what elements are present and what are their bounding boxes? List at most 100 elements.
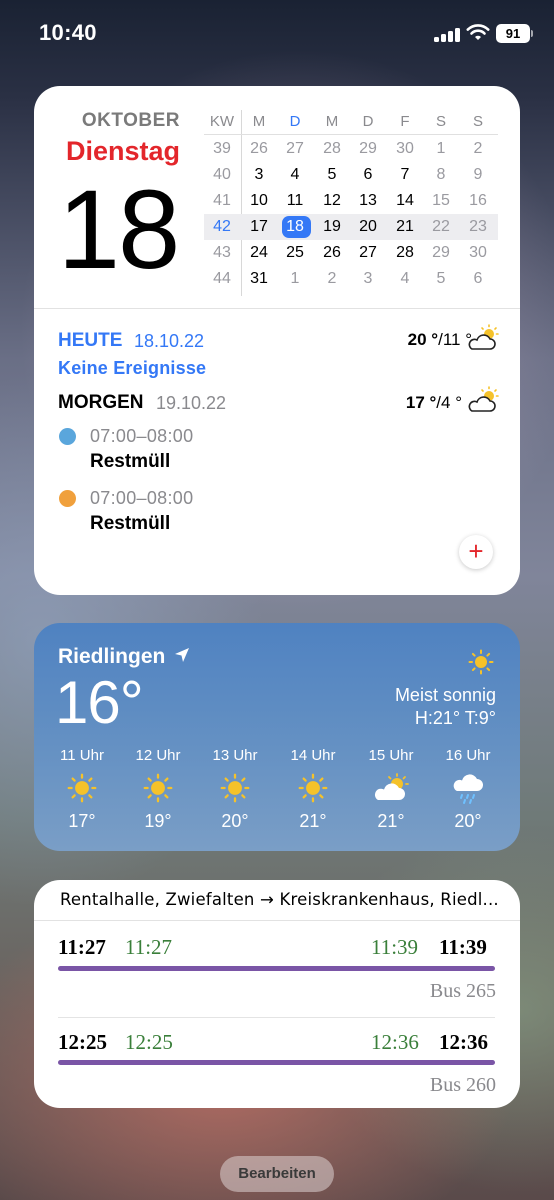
weekday-header: M	[325, 113, 339, 130]
day-cell: 23	[469, 218, 487, 235]
day-cell: 30	[396, 140, 414, 157]
kw-header: KW	[209, 113, 235, 130]
day-cell: 6	[473, 270, 483, 287]
weekday-header: S	[435, 113, 446, 130]
event-calendar-dot	[59, 428, 76, 445]
hour-label: 16 Uhr	[445, 747, 491, 764]
cellular-signal-icon	[434, 26, 460, 42]
day-cell: 16	[469, 192, 487, 209]
day-number: 18	[57, 167, 181, 292]
month-grid: KW M D M D F S S 39 26 27 28 29 30 1 2 4…	[204, 110, 498, 292]
today-day-number: 18	[286, 218, 304, 235]
sun-icon	[281, 773, 345, 807]
today-weather: 20 °/11 °	[408, 330, 472, 350]
day-cell: 2	[327, 270, 337, 287]
day-cell: 1	[436, 140, 446, 157]
week-number: 43	[213, 244, 231, 261]
bus-line-name: Bus 260	[429, 1074, 496, 1096]
today-label: HEUTE	[58, 330, 123, 351]
arrival-realtime: 12:36	[371, 1030, 419, 1054]
day-cell: 9	[473, 166, 483, 183]
current-temperature: 16°	[55, 669, 144, 736]
hour-temperature: 21°	[377, 811, 405, 831]
day-cell: 29	[432, 244, 450, 261]
wifi-icon	[466, 24, 490, 40]
day-cell: 12	[323, 192, 341, 209]
day-cell: 26	[250, 140, 268, 157]
weather-widget[interactable]: Riedlingen 16° Meist sonnig H:21° T:9° 1…	[34, 623, 520, 851]
sun-icon	[126, 773, 190, 807]
sun-icon	[468, 649, 494, 675]
day-cell: 24	[250, 244, 268, 261]
weather-condition: Meist sonnig	[394, 685, 496, 705]
weekday-header-row: KW M D M D F S S	[204, 110, 498, 135]
sun-icon	[50, 773, 114, 807]
event-title[interactable]: Restmüll	[90, 451, 170, 473]
weekday-header: F	[400, 113, 410, 130]
day-cell: 8	[436, 166, 446, 183]
weather-high-low: H:21° T:9°	[414, 708, 496, 728]
day-cell: 29	[359, 140, 377, 157]
day-cell: 27	[359, 244, 377, 261]
day-cell: 26	[323, 244, 341, 261]
bus-line-name: Bus 265	[429, 980, 496, 1002]
tomorrow-date: 19.10.22	[156, 393, 227, 413]
calendar-widget[interactable]: OKTOBER Dienstag 18 KW M D M D F S S 39 …	[34, 86, 520, 595]
route-line-bar	[58, 966, 495, 971]
day-cell: 13	[359, 192, 377, 209]
tomorrow-high-temp: 17 °	[405, 393, 437, 412]
day-cell: 4	[400, 270, 410, 287]
day-cell: 6	[363, 166, 373, 183]
hour-temperature: 20°	[454, 811, 482, 831]
arrival-scheduled-time: 11:39	[439, 935, 487, 959]
day-cell: 31	[250, 270, 268, 287]
event-time: 07:00–08:00	[90, 426, 194, 446]
clock: 10:40	[39, 20, 97, 45]
week-row: 44 31 1 2 3 4 5 6	[204, 266, 498, 292]
calendar-date-panel: OKTOBER Dienstag 18	[34, 86, 202, 308]
arrival-scheduled-time: 12:36	[439, 1030, 488, 1054]
today-date: 18.10.22	[134, 331, 205, 351]
departure-divider	[58, 1017, 495, 1018]
day-cell: 5	[436, 270, 446, 287]
transit-header-divider	[34, 920, 520, 921]
week-row: 41 10 11 12 13 14 15 16	[204, 188, 498, 214]
weekday-header: S	[472, 113, 483, 130]
event-title[interactable]: Restmüll	[90, 513, 170, 535]
departure-scheduled-time: 11:27	[58, 935, 106, 959]
calendar-section-divider	[34, 308, 520, 309]
partly-cloudy-icon	[468, 324, 499, 350]
day-cell: 5	[327, 166, 337, 183]
weekday-header: D	[362, 113, 374, 130]
day-cell: 28	[323, 140, 341, 157]
departure-realtime: 11:27	[125, 935, 173, 959]
day-cell: 10	[250, 192, 268, 209]
week-row: 43 24 25 26 27 28 29 30	[204, 240, 498, 266]
tomorrow-label: MORGEN	[58, 392, 144, 413]
day-cell: 3	[254, 166, 264, 183]
month-label: OKTOBER	[81, 110, 180, 131]
arrival-realtime: 11:39	[371, 935, 419, 959]
departure-scheduled-time: 12:25	[58, 1030, 107, 1054]
weather-city: Riedlingen	[58, 645, 166, 668]
transit-widget[interactable]: Rentalhalle, Zwiefalten → Kreiskrankenha…	[34, 880, 520, 1108]
week-number: 41	[213, 192, 231, 209]
edit-button[interactable]: Bearbeiten	[220, 1156, 334, 1192]
day-cell: 20	[359, 218, 377, 235]
day-cell: 14	[396, 192, 414, 209]
day-cell: 17	[250, 218, 268, 235]
current-week-row: 42 17 18 19 20 21 22 23	[204, 214, 498, 240]
weekday-header-today: D	[289, 113, 301, 130]
day-cell: 28	[396, 244, 414, 261]
sun-icon	[203, 773, 267, 807]
event-time: 07:00–08:00	[90, 488, 194, 508]
day-cell: 4	[290, 166, 300, 183]
day-cell: 15	[432, 192, 450, 209]
weekday-label: Dienstag	[65, 136, 180, 166]
today-cell: 18	[277, 214, 313, 240]
week-number: 39	[213, 140, 231, 157]
day-cell: 1	[290, 270, 300, 287]
hour-temperature: 17°	[68, 811, 96, 831]
status-bar: 10:40 91	[0, 0, 554, 70]
add-event-button[interactable]: +	[459, 535, 493, 569]
